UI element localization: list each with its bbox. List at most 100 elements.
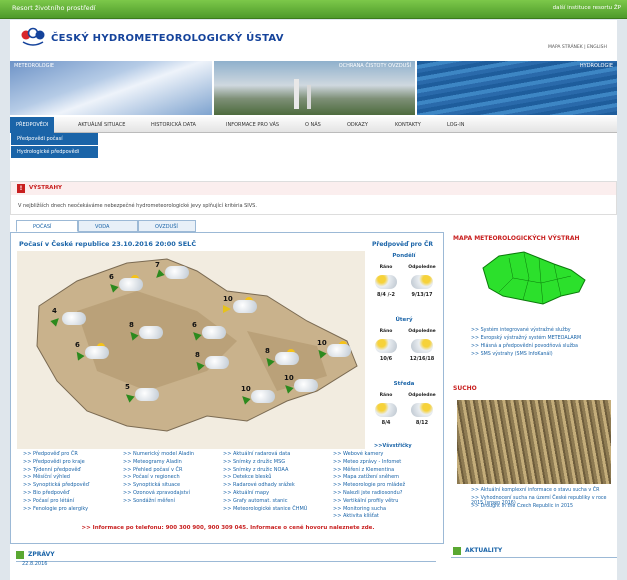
weather-icon[interactable] xyxy=(411,275,433,289)
weather-link[interactable]: >> Meteorologické stanice ČHMÚ xyxy=(223,506,307,512)
nav-kontakty[interactable]: KONTAKTY xyxy=(395,122,421,128)
weather-station[interactable]: 8 xyxy=(193,351,231,373)
weather-link[interactable]: >> Vertikální profily větru xyxy=(333,498,398,504)
weather-link[interactable]: >> Sondážní měření xyxy=(123,498,175,504)
banner-hydrology[interactable]: HYDROLOGIE xyxy=(417,61,617,115)
weather-link[interactable]: >> Detekce blesků xyxy=(223,474,271,480)
subnav-weather-forecast[interactable]: Předpovědi počasí xyxy=(11,133,98,145)
czech-warning-map[interactable] xyxy=(479,248,589,308)
weather-link[interactable]: >> Nalezli jste radiosondu? xyxy=(333,490,402,496)
link-text: Měsíční výhled xyxy=(32,474,70,481)
cloud-icon xyxy=(135,388,159,401)
nav-aktualni-situace[interactable]: AKTUÁLNÍ SITUACE xyxy=(78,122,125,128)
side-link[interactable]: >> Evropský výstražný systém METEOALARM xyxy=(471,336,611,341)
other-institutions-link[interactable]: další instituce resortu ŽP xyxy=(553,5,621,11)
weather-station[interactable]: 7 xyxy=(153,261,191,283)
weather-link[interactable]: >> Aktuální mapy xyxy=(223,490,269,496)
weather-station[interactable]: 5 xyxy=(123,383,161,405)
tab-voda[interactable]: VODA xyxy=(78,220,138,232)
subnav-hydro-forecast[interactable]: Hydrologické předpovědi xyxy=(11,146,98,158)
nav-log-in[interactable]: LOG-IN xyxy=(447,122,464,128)
weather-link[interactable]: >> Předpovědi pro kraje xyxy=(23,459,85,465)
weather-station[interactable]: 10 xyxy=(223,295,259,317)
banner-meteorology[interactable]: METEOROLOGIE xyxy=(10,61,212,115)
weather-station[interactable]: 8 xyxy=(263,347,301,369)
weather-link[interactable]: >> Radarové odhady srážek xyxy=(223,482,295,488)
chmi-logo[interactable] xyxy=(20,27,46,49)
weather-icon[interactable] xyxy=(411,403,433,417)
sitemap-english-links[interactable]: MAPA STRÁNEK | ENGLISH xyxy=(548,45,607,50)
weather-station[interactable]: 8 xyxy=(127,321,165,343)
side-link[interactable]: >> Aktuální komplexní informace o stavu … xyxy=(471,488,611,493)
news-title[interactable]: ZPRÁVY xyxy=(28,551,55,558)
weather-station[interactable]: 6 xyxy=(107,273,145,295)
side-link[interactable]: >> SMS výstrahy (SMS InfoKanál) xyxy=(471,352,611,357)
weather-link[interactable]: >> Ozonová zpravodajství xyxy=(123,490,190,496)
link-text: Synoptická situace xyxy=(132,482,181,489)
weather-station[interactable]: 4 xyxy=(50,307,88,329)
side-link[interactable]: >> Hlásná a předpovědní povodňová služba xyxy=(471,344,611,349)
weather-link[interactable]: >> Synoptická situace xyxy=(123,482,180,488)
link-prefix: >> xyxy=(123,451,133,457)
weather-icon[interactable] xyxy=(375,339,397,353)
weather-link[interactable]: >> Snímky z družic MSG xyxy=(223,459,285,465)
weather-link[interactable]: >> Monitoring sucha xyxy=(333,506,386,512)
weather-link[interactable]: >> Přehled počasí v ČR xyxy=(123,467,182,473)
station-temperature: 6 xyxy=(192,321,197,329)
tab-pocasi[interactable]: POČASÍ xyxy=(16,220,78,232)
wind-arrow-icon xyxy=(263,355,275,367)
weather-station[interactable]: 10 xyxy=(239,385,277,407)
side-link[interactable]: >> Systém integrované výstražné služby xyxy=(471,328,611,333)
weather-link[interactable]: >> Meteorologie pro mládež xyxy=(333,482,405,488)
banner-air-quality[interactable]: OCHRANA ČISTOTY OVZDUŠÍ xyxy=(214,61,415,115)
tab-ovzdusi[interactable]: OVZDUŠÍ xyxy=(138,220,196,232)
weather-link[interactable]: >> Měření z Klementina xyxy=(333,467,394,473)
forecast-title[interactable]: Předpověď pro ČR xyxy=(372,241,433,248)
weather-link[interactable]: >> Numerický model Aladin xyxy=(123,451,194,457)
weather-station[interactable]: 10 xyxy=(282,374,320,396)
nav-historicka-data[interactable]: HISTORICKÁ DATA xyxy=(151,122,196,128)
aktuality-title[interactable]: AKTUALITY xyxy=(465,547,502,554)
link-prefix: >> xyxy=(23,458,33,465)
more-forecast-link[interactable]: >>Všvstřičky xyxy=(374,443,412,449)
weather-station[interactable]: 6 xyxy=(73,341,111,363)
weather-link[interactable]: >> Aktuální radarová data xyxy=(223,451,290,457)
wind-arrow-icon xyxy=(107,281,119,293)
weather-link[interactable]: >> Snímky z družic NOAA xyxy=(223,467,288,473)
nav-odkazy[interactable]: ODKAZY xyxy=(347,122,368,128)
weather-link[interactable]: >> Meteogramy Aladin xyxy=(123,459,182,465)
weather-link[interactable]: >> Aktivita klíšťat xyxy=(333,513,379,519)
chimney-icon xyxy=(294,79,299,109)
station-temperature: 5 xyxy=(125,383,130,391)
weather-link[interactable]: >> Synoptická předpověď xyxy=(23,482,89,488)
link-text: Fenologie pro alergiky xyxy=(32,505,89,512)
link-text: Aktivita klíšťat xyxy=(342,513,379,520)
weather-station[interactable]: 10 xyxy=(315,339,353,361)
weather-link[interactable]: >> Mapa zatížení sněhem xyxy=(333,474,399,480)
warning-map-title[interactable]: MAPA METEOROLOGICKÝCH VÝSTRAH xyxy=(453,235,580,242)
nav-informace-pro-vas[interactable]: INFORMACE PRO VÁS xyxy=(226,122,279,128)
weather-link[interactable]: >> Webové kamery xyxy=(333,451,383,457)
weather-station[interactable]: 6 xyxy=(190,321,228,343)
weather-link[interactable]: >> Počasí pro létání xyxy=(23,498,74,504)
drought-photo[interactable] xyxy=(457,400,611,484)
weather-link[interactable]: >> Bio předpověď xyxy=(23,490,69,496)
weather-link[interactable]: >> Počasí v regionech xyxy=(123,474,180,480)
weather-link[interactable]: >> Předpověď pro ČR xyxy=(23,451,78,457)
phone-info[interactable]: >> Informace po telefonu: 900 300 900, 9… xyxy=(11,525,445,531)
ministry-label[interactable]: Resort životního prostředí xyxy=(12,4,96,12)
nav-o-nas[interactable]: O NÁS xyxy=(305,122,321,128)
weather-link[interactable]: >> Meteo zprávy - Infomet xyxy=(333,459,401,465)
morning-temps: 10/6 xyxy=(379,356,393,362)
side-link[interactable]: >> Drought in the Czech Republic in 2015 xyxy=(471,504,611,509)
weather-link[interactable]: >> Týdenní předpověď xyxy=(23,467,81,473)
weather-icon[interactable] xyxy=(375,403,397,417)
weather-link[interactable]: >> Měsíční výhled xyxy=(23,474,70,480)
weather-link[interactable]: >> Grafy automat. stanic xyxy=(223,498,287,504)
weather-icon[interactable] xyxy=(411,339,433,353)
weather-icon[interactable] xyxy=(375,275,397,289)
wind-arrow-icon xyxy=(315,347,327,359)
nav-predpovedi[interactable]: PŘEDPOVĚDI xyxy=(10,117,55,133)
weather-map[interactable]: 6 7 4 6 8 6 10 8 5 8 10 10 10 xyxy=(17,251,365,449)
weather-link[interactable]: >> Fenologie pro alergiky xyxy=(23,506,88,512)
